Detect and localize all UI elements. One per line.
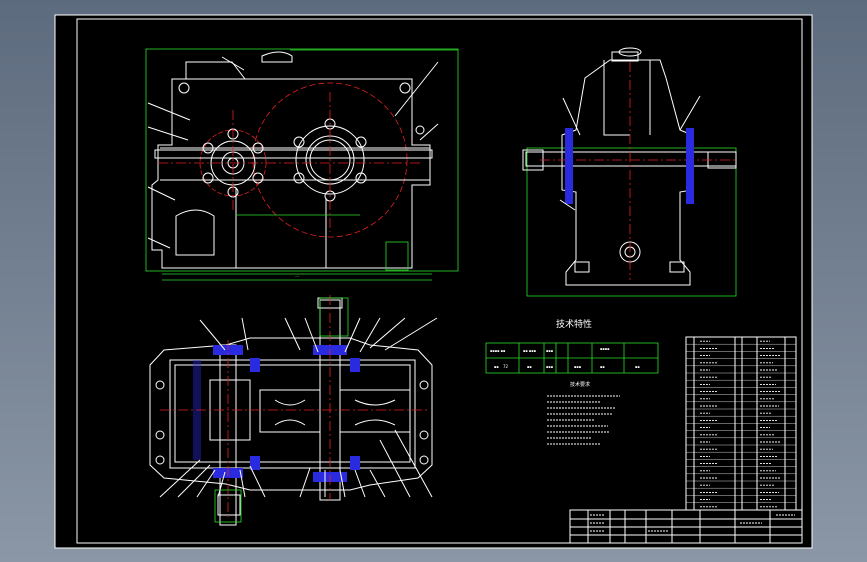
- svg-text:▪▪▪▪ ▪▪: ▪▪▪▪ ▪▪: [490, 349, 506, 353]
- flange-band: [154, 149, 433, 159]
- svg-text:▪▪▪: ▪▪▪: [546, 365, 554, 369]
- svg-text:▪▪ ▪▪▪: ▪▪ ▪▪▪: [523, 349, 537, 353]
- svg-text:▪▪: ▪▪: [494, 365, 499, 369]
- parts-list: [685, 336, 797, 511]
- gear-body-right: [339, 389, 411, 433]
- side-view: [522, 47, 737, 297]
- front-view-dimension-box: [145, 48, 459, 272]
- svg-text:▪▪: ▪▪: [600, 365, 605, 369]
- outer-border: [54, 14, 813, 549]
- inspection-cover: [185, 61, 246, 80]
- foot-detail: [385, 241, 409, 271]
- side-shaft-line: [525, 151, 737, 167]
- side-bearing-right: [686, 128, 694, 204]
- svg-text:▪▪: ▪▪: [527, 365, 532, 369]
- cad-viewport[interactable]: --- 技术特性 ▪▪▪▪ ▪▪ ▪▪ ▪▪▪ ▪▪▪ ▪▪▪▪ ▪▪ ▪▪ ▪…: [0, 0, 867, 562]
- front-view: ---: [145, 48, 459, 281]
- svg-text:▪▪: ▪▪: [635, 365, 640, 369]
- housing-outline: [151, 78, 431, 269]
- gearbox-assembly-drawing: --- 技术特性 ▪▪▪▪ ▪▪ ▪▪ ▪▪▪ ▪▪▪ ▪▪▪▪ ▪▪ ▪▪ ▪…: [54, 14, 813, 549]
- svg-text:▪▪▪▪: ▪▪▪▪: [600, 347, 610, 351]
- front-leader-lines: [147, 56, 439, 249]
- breather-cap: [261, 51, 293, 63]
- front-dim-label: ---: [295, 274, 300, 279]
- technical-requirements: 技术要求: [547, 381, 620, 445]
- tech-spec-value: 72: [503, 364, 509, 369]
- title-block: [569, 509, 803, 544]
- oil-sump: [175, 209, 215, 256]
- svg-text:▪▪▪: ▪▪▪: [574, 365, 582, 369]
- svg-text:▪▪▪: ▪▪▪: [546, 349, 554, 353]
- tech-spec-title: 技术特性: [556, 318, 592, 330]
- tech-spec-table: 技术特性 ▪▪▪▪ ▪▪ ▪▪ ▪▪▪ ▪▪▪ ▪▪▪▪ ▪▪ ▪▪ ▪▪▪ ▪▪▪ ▪…: [485, 318, 659, 374]
- side-housing-outline: [561, 59, 693, 286]
- tech-req-title: 技术要求: [570, 381, 590, 388]
- gear-body-left: [259, 389, 321, 433]
- side-view-dimension-box: [526, 147, 737, 297]
- top-section-view: [149, 295, 438, 526]
- inner-frame: [76, 18, 803, 544]
- side-bearing-left: [565, 128, 573, 204]
